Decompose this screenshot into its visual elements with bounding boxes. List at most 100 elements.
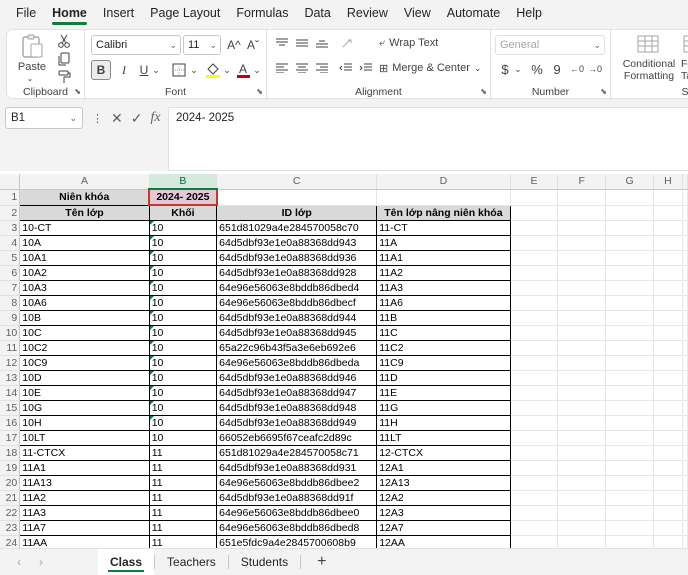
empty-cell[interactable] [510, 325, 559, 341]
empty-cell[interactable] [682, 265, 688, 281]
empty-cell[interactable] [682, 520, 688, 536]
cell-b12[interactable]: 10 [148, 355, 218, 371]
grow-font-button[interactable]: A^ [225, 35, 243, 55]
borders-icon[interactable] [169, 60, 189, 80]
copy-icon[interactable] [53, 50, 75, 68]
empty-cell[interactable] [510, 235, 559, 251]
cell-a10[interactable]: 10C [19, 325, 150, 341]
cell-d15[interactable]: 11G [376, 400, 511, 416]
cell-b20[interactable]: 11 [148, 475, 218, 491]
cell-d8[interactable]: 11A6 [376, 295, 511, 311]
empty-cell[interactable] [653, 250, 684, 266]
row-header[interactable]: 20 [0, 475, 21, 491]
row-header[interactable]: 6 [0, 265, 21, 281]
empty-cell[interactable] [510, 430, 559, 446]
select-all-corner[interactable] [0, 174, 21, 190]
cut-icon[interactable] [53, 32, 75, 50]
empty-cell[interactable] [605, 490, 654, 506]
menu-page-layout[interactable]: Page Layout [142, 0, 228, 27]
format-as-label[interactable]: Fo [681, 58, 688, 70]
empty-cell[interactable] [682, 295, 688, 311]
column-header-e[interactable]: E [510, 174, 559, 190]
font-color-button[interactable]: A [233, 60, 253, 80]
cell-b8[interactable]: 10 [148, 295, 218, 311]
empty-cell[interactable] [682, 385, 688, 401]
font-color-chevron-icon[interactable]: ⌄ [252, 60, 262, 80]
empty-cell[interactable] [653, 385, 684, 401]
sheet-tab-students[interactable]: Students [229, 549, 300, 575]
row-header[interactable]: 13 [0, 370, 21, 386]
empty-cell[interactable] [605, 235, 654, 251]
cell-b23[interactable]: 11 [148, 520, 218, 536]
name-box[interactable]: B1 ⌄ [5, 107, 83, 129]
shrink-font-button[interactable]: Aˇ [244, 35, 262, 55]
cell-b13[interactable]: 10 [148, 370, 218, 386]
empty-cell[interactable] [510, 505, 559, 521]
menu-formulas[interactable]: Formulas [228, 0, 296, 27]
cell-c7[interactable]: 64e96e56063e8bddb86dbed4 [216, 280, 378, 296]
empty-cell[interactable] [510, 250, 559, 266]
empty-cell[interactable] [605, 520, 654, 536]
row-header[interactable]: 2 [0, 205, 21, 221]
empty-cell[interactable] [557, 385, 607, 401]
cell-b17[interactable]: 10 [148, 430, 218, 446]
empty-cell[interactable] [682, 355, 688, 371]
empty-cell[interactable] [510, 520, 559, 536]
cell-c13[interactable]: 64d5dbf93e1e0a88368dd946 [216, 370, 378, 386]
menu-home[interactable]: Home [44, 0, 95, 27]
row-header[interactable]: 18 [0, 445, 21, 461]
column-header-a[interactable]: A [19, 174, 150, 190]
empty-cell[interactable] [653, 295, 684, 311]
cell-a6[interactable]: 10A2 [19, 265, 150, 281]
empty-cell[interactable] [605, 280, 654, 296]
cell-b7[interactable]: 10 [148, 280, 218, 296]
empty-cell[interactable] [653, 265, 684, 281]
empty-cell[interactable] [510, 385, 559, 401]
empty-cell[interactable] [605, 189, 654, 206]
row-header[interactable]: 8 [0, 295, 21, 311]
empty-cell[interactable] [653, 340, 684, 356]
row-header[interactable]: 3 [0, 220, 21, 236]
cell-c15[interactable]: 64d5dbf93e1e0a88368dd948 [216, 400, 378, 416]
empty-cell[interactable] [605, 430, 654, 446]
empty-cell[interactable] [682, 205, 688, 221]
cell-d24[interactable]: 12AA [376, 535, 511, 548]
cell-d17[interactable]: 11LT [376, 430, 511, 446]
empty-cell[interactable] [653, 235, 684, 251]
sheet-tab-teachers[interactable]: Teachers [155, 549, 228, 575]
paste-chevron-icon[interactable]: ⌄ [25, 74, 35, 83]
empty-cell[interactable] [510, 355, 559, 371]
cell-a13[interactable]: 10D [19, 370, 150, 386]
empty-cell[interactable] [682, 415, 688, 431]
empty-cell[interactable] [605, 295, 654, 311]
empty-cell[interactable] [510, 460, 559, 476]
empty-cell[interactable] [653, 220, 684, 236]
empty-cell[interactable] [510, 205, 559, 221]
row-header[interactable]: 15 [0, 400, 21, 416]
cell-a8[interactable]: 10A6 [19, 295, 150, 311]
row-header[interactable]: 22 [0, 505, 21, 521]
column-header-g[interactable]: G [605, 174, 654, 190]
empty-cell[interactable] [510, 370, 559, 386]
merge-center-button[interactable]: ⊞ Merge & Center ⌄ [379, 60, 489, 76]
currency-chevron-icon[interactable]: ⌄ [513, 60, 523, 78]
empty-cell[interactable] [557, 355, 607, 371]
cell-b16[interactable]: 10 [148, 415, 218, 431]
empty-cell[interactable] [653, 370, 684, 386]
row-header[interactable]: 4 [0, 235, 21, 251]
empty-cell[interactable] [557, 189, 607, 206]
empty-cell[interactable] [605, 475, 654, 491]
cell-a23[interactable]: 11A7 [19, 520, 150, 536]
cell-b18[interactable]: 11 [148, 445, 218, 461]
cell-d2[interactable]: Tên lớp nâng niên khóa [376, 204, 511, 221]
align-middle-icon[interactable] [293, 35, 311, 51]
cell-c9[interactable]: 64d5dbf93e1e0a88368dd944 [216, 310, 378, 326]
empty-cell[interactable] [682, 400, 688, 416]
row-header[interactable]: 1 [0, 189, 21, 206]
cell-a17[interactable]: 10LT [19, 430, 150, 446]
empty-cell[interactable] [557, 235, 607, 251]
cell-a4[interactable]: 10A [19, 235, 150, 251]
empty-cell[interactable] [682, 430, 688, 446]
next-sheet-icon[interactable]: › [30, 555, 52, 569]
font-launcher-icon[interactable]: ⬊ [256, 87, 263, 96]
